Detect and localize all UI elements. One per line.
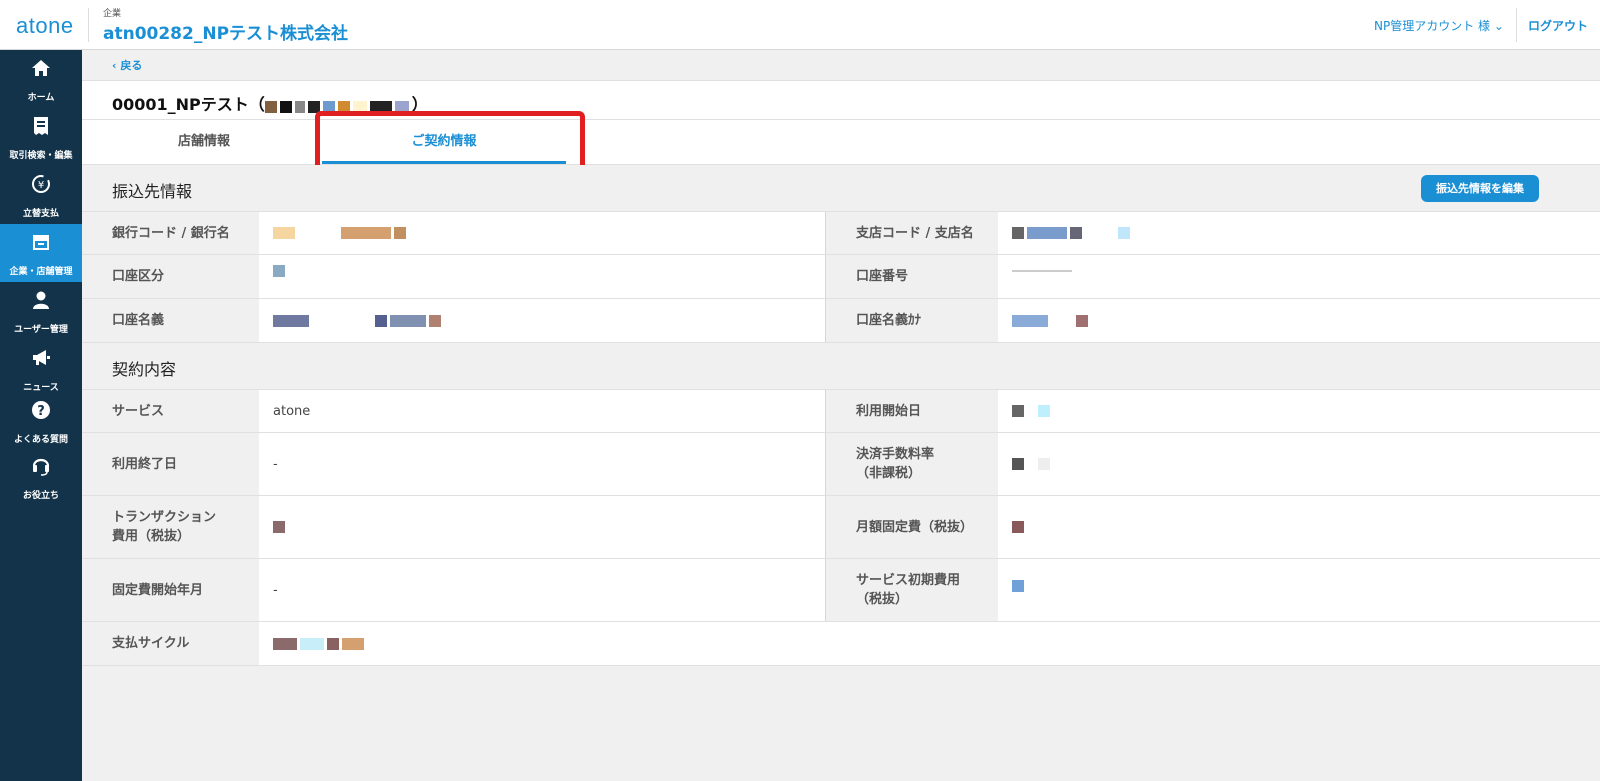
sidebar-item-store-management[interactable]: 企業・店舗管理: [0, 224, 82, 282]
header-divider: [1516, 8, 1517, 42]
company-selector[interactable]: atn00282_NPテスト株式会社: [103, 19, 348, 44]
company-small-label: 企業: [103, 9, 122, 19]
user-icon: [0, 288, 82, 312]
back-link[interactable]: ‹ 戻る: [112, 57, 142, 73]
fee-rate-label: 決済手数料率 （非課税）: [826, 433, 998, 495]
question-icon: ?: [0, 398, 82, 422]
end-date-value: -: [273, 456, 278, 472]
table-row: 口座区分 口座番号: [82, 255, 1600, 299]
sidebar-item-transactions[interactable]: 取引検索・編集: [0, 108, 82, 166]
tab-store-info[interactable]: 店舗情報: [82, 120, 326, 164]
sidebar-item-payments[interactable]: ¥ 立替支払: [0, 166, 82, 224]
bank-code-value: [259, 212, 825, 254]
sidebar-item-label: ユーザー管理: [14, 325, 68, 335]
svg-text:¥: ¥: [38, 180, 44, 191]
title-bar: 00001_NPテスト（ ）: [82, 80, 1600, 120]
sidebar-item-label: 立替支払: [22, 209, 59, 219]
service-value: atone: [273, 403, 311, 419]
tab-bar: 店舗情報 ご契約情報: [82, 120, 1600, 165]
sidebar-item-label: 企業・店舗管理: [9, 267, 73, 277]
edit-bank-info-button[interactable]: 振込先情報を編集: [1421, 175, 1539, 202]
top-header: atone 企業 atn00282_NPテスト株式会社 ⌄ NP管理アカウント …: [0, 0, 1600, 50]
table-row: 支払サイクル: [82, 622, 1600, 666]
svg-text:?: ?: [37, 404, 45, 419]
initial-fee-label-line1: サービス初期費用: [856, 573, 961, 588]
account-number-value: [998, 255, 1600, 298]
end-date-label: 利用終了日: [82, 433, 259, 495]
start-date-value: [998, 390, 1600, 432]
branch-code-value: [998, 212, 1600, 254]
sidebar: ホーム 取引検索・編集 ¥ 立替支払 企業・店舗管理 ユーザー管理 ニュース ?: [0, 50, 82, 781]
monthly-fee-value: [998, 496, 1600, 558]
initial-fee-label: サービス初期費用 （税抜）: [826, 559, 998, 621]
start-date-label: 利用開始日: [826, 390, 998, 432]
table-row: サービス atone 利用開始日: [82, 389, 1600, 433]
back-label: 戻る: [120, 59, 143, 72]
sidebar-item-home[interactable]: ホーム: [0, 50, 82, 108]
main-content: ‹ 戻る 00001_NPテスト（ ） 店舗情報 ご契約情報 振込先情報 振込先…: [82, 50, 1600, 781]
account-name: NP管理アカウント 様: [1374, 19, 1491, 33]
section-title: 契約内容: [112, 360, 177, 379]
bank-code-label: 銀行コード / 銀行名: [82, 212, 259, 254]
branch-code-label: 支店コード / 支店名: [826, 212, 998, 254]
sidebar-item-faq[interactable]: ? よくある質問: [0, 392, 82, 450]
sidebar-item-label: お役立ち: [22, 491, 59, 501]
bank-section-header: 振込先情報 振込先情報を編集: [82, 165, 1600, 211]
transaction-fee-label: トランザクション 費用（税抜）: [82, 496, 259, 558]
fixed-fee-start-label: 固定費開始年月: [82, 559, 259, 621]
fee-rate-label-line2: （非課税）: [856, 466, 922, 481]
table-row: 固定費開始年月 - サービス初期費用 （税抜）: [82, 559, 1600, 622]
sidebar-item-useful[interactable]: お役立ち: [0, 448, 82, 506]
logout-link[interactable]: ログアウト: [1528, 17, 1588, 34]
transaction-fee-value: [259, 496, 825, 558]
table-row: 利用終了日 - 決済手数料率 （非課税）: [82, 433, 1600, 496]
account-type-label: 口座区分: [82, 255, 259, 298]
service-label: サービス: [82, 390, 259, 432]
chevron-left-icon: ‹: [112, 59, 117, 72]
yen-cycle-icon: ¥: [0, 172, 82, 196]
account-holder-label: 口座名義: [82, 299, 259, 342]
fixed-fee-start-value: -: [273, 582, 278, 598]
monthly-fee-label: 月額固定費（税抜）: [826, 496, 998, 558]
atone-logo[interactable]: atone: [16, 13, 74, 39]
section-title: 振込先情報: [112, 182, 193, 201]
table-row: 銀行コード / 銀行名 支店コード / 支店名: [82, 211, 1600, 255]
sidebar-item-users[interactable]: ユーザー管理: [0, 282, 82, 340]
chevron-down-icon: ⌄: [1493, 19, 1504, 33]
account-type-value: [259, 255, 825, 298]
table-row: 口座名義 口座名義ｶﾅ: [82, 299, 1600, 343]
account-holder-kana-label: 口座名義ｶﾅ: [826, 299, 998, 342]
receipt-icon: [0, 114, 82, 138]
headset-icon: [0, 454, 82, 478]
megaphone-icon: [0, 346, 82, 370]
table-row: トランザクション 費用（税抜） 月額固定費（税抜）: [82, 496, 1600, 559]
initial-fee-value: [998, 559, 1600, 621]
transaction-fee-label-line1: トランザクション: [112, 510, 217, 525]
store-icon: [0, 230, 82, 254]
sidebar-item-label: よくある質問: [13, 435, 68, 445]
initial-fee-label-line2: （税抜）: [856, 592, 909, 607]
sidebar-item-news[interactable]: ニュース: [0, 340, 82, 398]
account-menu[interactable]: NP管理アカウント 様 ⌄: [1374, 17, 1504, 34]
transaction-fee-label-line2: 費用（税抜）: [112, 529, 191, 544]
sidebar-item-label: 取引検索・編集: [9, 151, 73, 161]
chevron-down-icon[interactable]: ⌄: [333, 24, 344, 39]
page-title-text: 00001_NPテスト（: [112, 95, 265, 114]
sidebar-item-label: ホーム: [27, 93, 55, 103]
account-holder-value: [259, 299, 825, 342]
home-icon: [0, 56, 82, 80]
fee-rate-value: [998, 433, 1600, 495]
header-divider: [88, 8, 89, 42]
payment-cycle-label: 支払サイクル: [82, 622, 259, 665]
account-number-label: 口座番号: [826, 255, 998, 298]
payment-cycle-value: [259, 622, 1600, 665]
contract-section-header: 契約内容: [82, 343, 1600, 389]
fee-rate-label-line1: 決済手数料率: [856, 447, 935, 462]
account-holder-kana-value: [998, 299, 1600, 342]
